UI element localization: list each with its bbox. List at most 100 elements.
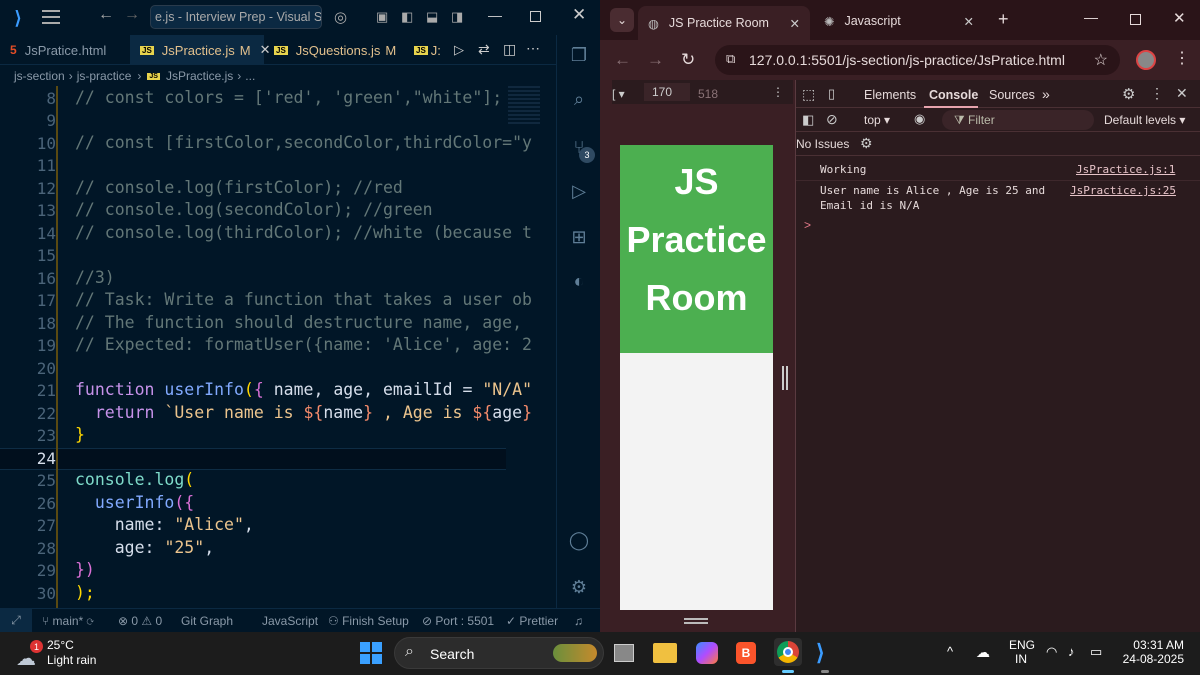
devtools-menu-icon[interactable]: ⋮: [1150, 85, 1164, 102]
prettier-status[interactable]: ✓ Prettier: [506, 614, 558, 628]
vscode-app-icon[interactable]: ⟩: [816, 640, 825, 666]
console-settings-icon[interactable]: ⚙: [860, 135, 873, 152]
sidebar-toggle-icon[interactable]: ◧: [802, 112, 814, 128]
secondary-sidebar-icon[interactable]: ◨: [451, 9, 463, 25]
back-arrow-icon[interactable]: ←: [614, 50, 631, 70]
minimap[interactable]: [508, 86, 540, 126]
extensions-icon[interactable]: ⊞: [567, 225, 591, 249]
copilot-icon[interactable]: ◎: [334, 8, 347, 26]
bookmark-star-icon[interactable]: ☆: [1094, 50, 1108, 70]
tab-sources[interactable]: Sources: [989, 88, 1035, 102]
language-indicator[interactable]: ENG IN: [1009, 638, 1035, 666]
weather-condition[interactable]: Light rain: [47, 653, 96, 667]
notifications-bell-icon[interactable]: ♫: [574, 614, 583, 628]
explorer-icon[interactable]: ❐: [567, 43, 591, 67]
breadcrumb-item[interactable]: JsPractice.js: [166, 69, 233, 83]
problems-indicator[interactable]: ⊗ 0 ⚠ 0: [118, 614, 162, 628]
tab-javascript[interactable]: ✺ Javascript ✕: [814, 6, 984, 36]
run-icon[interactable]: ▷: [454, 42, 464, 58]
split-editor-icon[interactable]: ◫: [503, 41, 516, 58]
battery-icon[interactable]: ▭: [1090, 644, 1102, 660]
issues-count[interactable]: No Issues: [796, 137, 849, 151]
menu-icon[interactable]: [42, 10, 60, 24]
search-icon[interactable]: ⌕: [567, 87, 591, 111]
live-server-port[interactable]: ⊘ Port : 5501: [422, 614, 494, 628]
minimize-icon[interactable]: —: [1084, 9, 1098, 25]
brave-browser-icon[interactable]: B: [736, 642, 756, 664]
device-menu-icon[interactable]: ⋮: [772, 85, 784, 99]
resize-handle-right[interactable]: [782, 366, 788, 390]
close-tab-icon[interactable]: ✕: [964, 14, 974, 29]
site-info-icon[interactable]: ⧉: [726, 51, 735, 67]
account-icon[interactable]: ◯: [567, 528, 591, 552]
wifi-icon[interactable]: ◠: [1046, 644, 1057, 660]
height-input[interactable]: 518: [698, 87, 718, 101]
breadcrumb-item[interactable]: ...: [245, 69, 255, 83]
compare-icon[interactable]: ⇄: [478, 41, 490, 58]
source-link[interactable]: JsPractice.js:1: [1076, 163, 1175, 176]
tab-search-icon[interactable]: ⌄: [610, 8, 634, 32]
volume-icon[interactable]: ♪: [1068, 644, 1075, 659]
device-toggle-icon[interactable]: ▯: [828, 86, 835, 102]
minimize-icon[interactable]: —: [488, 7, 502, 23]
file-explorer-icon[interactable]: [653, 643, 677, 663]
tab-elements[interactable]: Elements: [864, 88, 916, 102]
console-prompt[interactable]: >: [804, 218, 811, 232]
tab-jsquestions-js[interactable]: JS JsQuestions.js M: [264, 35, 404, 65]
remote-icon[interactable]: ⤢: [0, 609, 32, 632]
live-expression-eye-icon[interactable]: ◉: [914, 111, 925, 127]
back-arrow-icon[interactable]: ←: [98, 6, 114, 24]
breadcrumb-item[interactable]: js-section: [14, 69, 65, 83]
profile-avatar[interactable]: [1136, 50, 1156, 70]
tab-jspractice-js[interactable]: JS JsPractice.js M ✕: [130, 35, 271, 65]
chrome-app-icon[interactable]: [777, 641, 799, 663]
layout-icon[interactable]: ▣: [376, 9, 388, 25]
command-center[interactable]: e.js - Interview Prep - Visual Studi: [150, 5, 322, 29]
copilot-app-icon[interactable]: [696, 642, 718, 664]
breadcrumb-item[interactable]: js-practice: [77, 69, 132, 83]
clock[interactable]: 03:31 AM 24-08-2025: [1118, 638, 1184, 666]
weather-widget-icon[interactable]: ☁ 1: [14, 640, 43, 670]
code-editor[interactable]: 8 9 10 11 12 13 14 15 16 17 18 19 20 21 …: [0, 86, 540, 608]
weather-temp[interactable]: 25°C: [47, 638, 74, 652]
task-view-icon[interactable]: [614, 644, 634, 662]
onedrive-cloud-icon[interactable]: ☁: [976, 644, 990, 661]
source-link[interactable]: JsPractice.js:25: [1070, 184, 1176, 197]
more-tabs-icon[interactable]: »: [1042, 86, 1050, 102]
inspect-element-icon[interactable]: ⬚: [802, 86, 815, 103]
close-icon[interactable]: ✕: [1173, 9, 1186, 27]
resize-handle-bottom[interactable]: [684, 618, 708, 624]
show-hidden-icons-chevron[interactable]: ^: [947, 644, 953, 659]
address-bar[interactable]: ⧉ 127.0.0.1:5501/js-section/js-practice/…: [715, 45, 1120, 75]
taskbar-search[interactable]: ⌕ Search: [394, 637, 604, 669]
console-filter-input[interactable]: ⧩ Filter: [942, 110, 1094, 130]
tab-overflow[interactable]: JS J:: [404, 35, 444, 65]
more-actions-icon[interactable]: ⋯: [526, 40, 540, 57]
forward-arrow-icon[interactable]: →: [124, 6, 140, 24]
reload-icon[interactable]: ↻: [681, 50, 695, 70]
tab-js-practice-room[interactable]: ◍ JS Practice Room ✕: [638, 6, 810, 40]
maximize-icon[interactable]: [530, 11, 541, 22]
panel-toggle-icon[interactable]: ⬓: [426, 9, 438, 25]
device-dropdown[interactable]: [ ▾: [612, 87, 625, 101]
run-debug-icon[interactable]: ▷: [567, 179, 591, 203]
width-input[interactable]: 170: [644, 83, 690, 101]
settings-gear-icon[interactable]: ⚙: [567, 575, 591, 599]
windows-start-icon[interactable]: [360, 642, 382, 664]
close-icon[interactable]: ✕: [572, 5, 586, 25]
language-mode[interactable]: JavaScript: [262, 614, 318, 628]
close-devtools-icon[interactable]: ✕: [1176, 85, 1188, 102]
forward-arrow-icon[interactable]: →: [647, 50, 664, 70]
live-share-icon[interactable]: ◐: [567, 269, 591, 293]
branch-indicator[interactable]: ⑂ main* ⟳: [42, 614, 94, 628]
git-graph-button[interactable]: Git Graph: [181, 614, 233, 628]
close-tab-icon[interactable]: ✕: [790, 16, 800, 31]
new-tab-icon[interactable]: +: [998, 9, 1009, 30]
tab-jspratice-html[interactable]: 5 JsPratice.html: [0, 35, 130, 65]
finish-setup-button[interactable]: ⚇ Finish Setup: [328, 614, 409, 628]
sidebar-toggle-icon[interactable]: ◧: [401, 9, 413, 25]
context-selector[interactable]: top ▾: [864, 113, 890, 127]
chrome-menu-icon[interactable]: ⋮: [1174, 48, 1190, 68]
clear-console-icon[interactable]: ⊘: [826, 111, 838, 128]
log-levels-dropdown[interactable]: Default levels ▾: [1104, 113, 1185, 127]
